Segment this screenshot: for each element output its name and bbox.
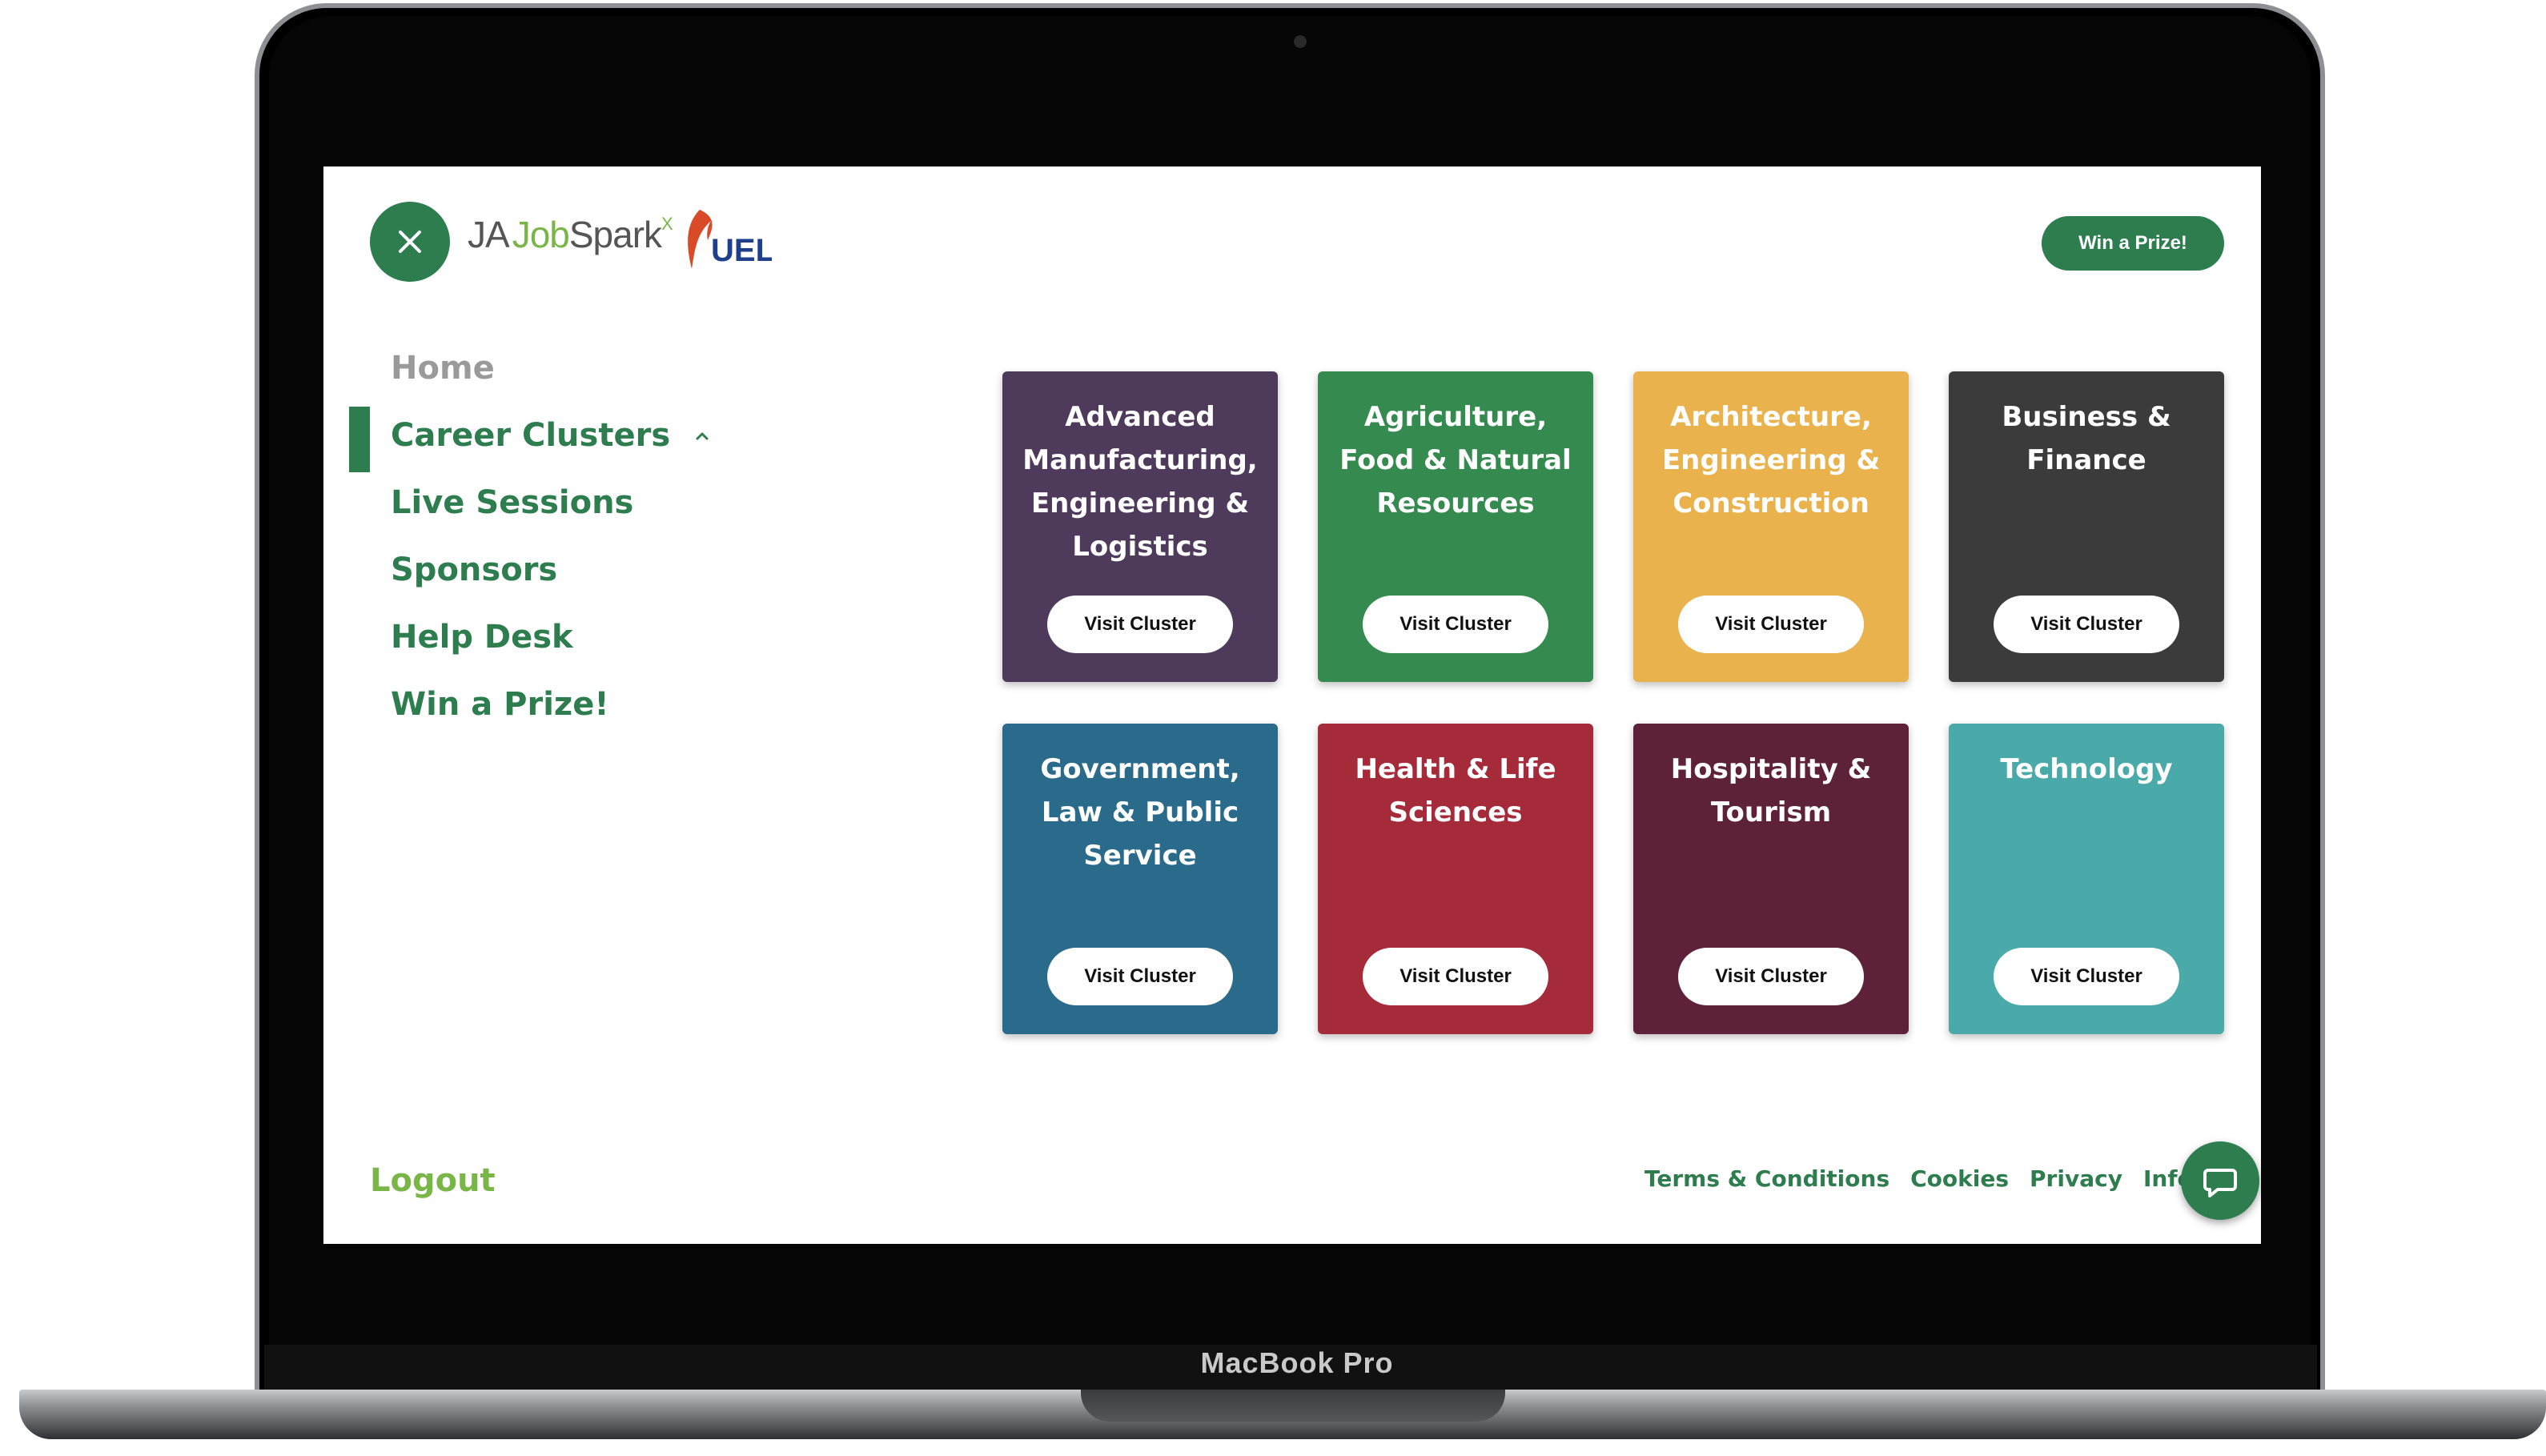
cluster-card: Technology Visit Cluster — [1949, 724, 2224, 1034]
cluster-title: Agriculture, Food & Natural Resources — [1339, 401, 1572, 519]
app-screen: JA Job Spark X UEL Win a Prize! Home Car… — [323, 166, 2261, 1244]
nav-item-label: Career Clusters — [391, 417, 671, 454]
logo-x-mark: X — [661, 214, 673, 234]
cluster-card: Business & Finance Visit Cluster — [1949, 371, 2224, 682]
nav-item-label: Win a Prize! — [391, 686, 609, 723]
nav-item-label: Sponsors — [391, 552, 558, 588]
visit-cluster-button[interactable]: Visit Cluster — [1994, 948, 2179, 1005]
menu-close-button[interactable] — [370, 202, 450, 282]
laptop-notch — [1081, 1390, 1505, 1422]
visit-cluster-button[interactable]: Visit Cluster — [1363, 948, 1548, 1005]
cluster-title: Technology — [2000, 753, 2173, 785]
fuel-partner-logo: UEL — [688, 210, 772, 269]
chat-bubble-icon — [2203, 1169, 2237, 1197]
visit-cluster-button[interactable]: Visit Cluster — [1047, 948, 1233, 1005]
visit-cluster-button[interactable]: Visit Cluster — [1994, 596, 2179, 653]
cluster-grid: Advanced Manufacturing, Engineering & Lo… — [1002, 371, 2224, 1034]
laptop-brand-label: MacBook Pro — [1200, 1346, 1394, 1379]
cluster-card: Hospitality & Tourism Visit Cluster — [1633, 724, 1909, 1034]
chat-button[interactable] — [2181, 1141, 2259, 1220]
footer-link-privacy[interactable]: Privacy — [2030, 1165, 2122, 1197]
nav-item-home[interactable]: Home — [323, 335, 804, 402]
nav-item-win-prize[interactable]: Win a Prize! — [323, 671, 804, 738]
visit-cluster-button[interactable]: Visit Cluster — [1678, 948, 1864, 1005]
sidebar-nav: Home Career Clusters Live Sessions Spons… — [323, 335, 804, 738]
cluster-card: Health & Life Sciences Visit Cluster — [1318, 724, 1593, 1034]
nav-item-live-sessions[interactable]: Live Sessions — [323, 469, 804, 536]
cluster-card: Advanced Manufacturing, Engineering & Lo… — [1002, 371, 1278, 682]
footer-link-terms[interactable]: Terms & Conditions — [1644, 1165, 1889, 1197]
visit-cluster-button[interactable]: Visit Cluster — [1363, 596, 1548, 653]
visit-cluster-button[interactable]: Visit Cluster — [1047, 596, 1233, 653]
logo-ja-text: JA — [468, 214, 510, 255]
cluster-title: Health & Life Sciences — [1355, 753, 1556, 828]
camera-icon — [1294, 35, 1307, 48]
fuel-logo-text: UEL — [711, 233, 772, 268]
active-indicator — [349, 407, 370, 472]
cluster-card: Government, Law & Public Service Visit C… — [1002, 724, 1278, 1034]
jobspark-logo[interactable]: JA Job Spark X — [468, 213, 673, 269]
logo-job-text: Job — [512, 214, 570, 255]
visit-cluster-button[interactable]: Visit Cluster — [1678, 596, 1864, 653]
cluster-title: Business & Finance — [2002, 401, 2171, 476]
close-icon — [399, 231, 421, 253]
footer-links: Terms & Conditions Cookies Privacy Infor… — [1644, 1165, 2261, 1197]
nav-item-career-clusters[interactable]: Career Clusters — [323, 402, 804, 472]
cluster-card: Agriculture, Food & Natural Resources Vi… — [1318, 371, 1593, 682]
nav-item-label: Home — [391, 350, 495, 387]
nav-item-sponsors[interactable]: Sponsors — [323, 536, 804, 604]
win-prize-button[interactable]: Win a Prize! — [2042, 216, 2224, 271]
logo-spark-text: Spark — [568, 214, 662, 255]
nav-item-label: Help Desk — [391, 619, 573, 656]
cluster-title: Architecture, Engineering & Construction — [1661, 401, 1881, 519]
laptop-mockup: MacBook Pro JA Job Spark X UEL Win a Pri… — [0, 0, 2546, 1456]
logout-link[interactable]: Logout — [370, 1162, 496, 1199]
nav-item-help-desk[interactable]: Help Desk — [323, 604, 804, 671]
cluster-title: Advanced Manufacturing, Engineering & Lo… — [1022, 401, 1258, 563]
cluster-title: Government, Law & Public Service — [1040, 753, 1240, 872]
cluster-title: Hospitality & Tourism — [1670, 753, 1872, 828]
footer-link-cookies[interactable]: Cookies — [1910, 1165, 2009, 1197]
cluster-card: Architecture, Engineering & Construction… — [1633, 371, 1909, 682]
chevron-up-icon[interactable] — [693, 426, 712, 445]
nav-item-label: Live Sessions — [391, 484, 634, 521]
